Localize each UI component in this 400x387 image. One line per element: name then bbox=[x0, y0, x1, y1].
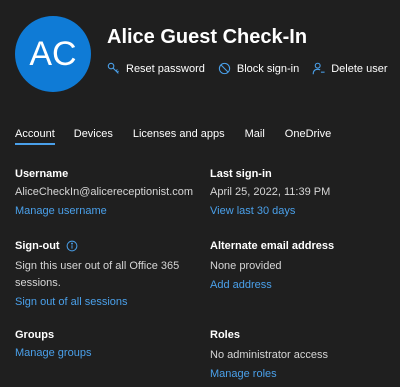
tab-account[interactable]: Account bbox=[15, 128, 55, 145]
tab-licenses-and-apps[interactable]: Licenses and apps bbox=[133, 128, 225, 145]
last-signin-value: April 25, 2022, 11:39 PM bbox=[210, 186, 331, 198]
tab-bar: Account Devices Licenses and apps Mail O… bbox=[15, 128, 351, 145]
manage-roles-link[interactable]: Manage roles bbox=[210, 368, 277, 380]
block-signin-label: Block sign-in bbox=[236, 62, 300, 75]
username-heading: Username bbox=[15, 168, 69, 180]
alt-email-value: None provided bbox=[210, 260, 282, 272]
roles-heading: Roles bbox=[210, 329, 240, 341]
groups-heading: Groups bbox=[15, 329, 55, 341]
reset-password-button[interactable]: Reset password bbox=[107, 62, 205, 75]
reset-password-label: Reset password bbox=[126, 62, 205, 75]
delete-user-button[interactable]: Delete user bbox=[312, 62, 388, 75]
add-address-link[interactable]: Add address bbox=[210, 279, 272, 291]
alt-email-section: Alternate email address None provided Ad… bbox=[210, 240, 395, 293]
manage-username-link[interactable]: Manage username bbox=[15, 205, 107, 217]
sign-out-all-sessions-link[interactable]: Sign out of all sessions bbox=[15, 296, 128, 308]
block-icon bbox=[218, 62, 231, 75]
tab-onedrive[interactable]: OneDrive bbox=[285, 128, 331, 145]
avatar: AC bbox=[15, 16, 91, 92]
manage-groups-link[interactable]: Manage groups bbox=[15, 347, 91, 359]
info-icon[interactable] bbox=[66, 240, 78, 252]
avatar-initials: AC bbox=[29, 34, 77, 73]
view-last-30-days-link[interactable]: View last 30 days bbox=[210, 205, 295, 217]
username-value: AliceCheckIn@alicereceptionist.com bbox=[15, 186, 194, 198]
signout-heading-row: Sign-out bbox=[15, 240, 195, 252]
roles-value: No administrator access bbox=[210, 349, 328, 361]
tab-devices[interactable]: Devices bbox=[74, 128, 113, 145]
groups-section: Groups Manage groups bbox=[15, 329, 195, 361]
block-signin-button[interactable]: Block sign-in bbox=[218, 62, 299, 75]
page-title: Alice Guest Check-In bbox=[107, 26, 308, 48]
signout-heading: Sign-out bbox=[15, 240, 60, 252]
delete-user-label: Delete user bbox=[331, 62, 388, 75]
username-section: Username AliceCheckIn@alicereceptionist.… bbox=[15, 168, 205, 219]
alt-email-heading: Alternate email address bbox=[210, 240, 335, 252]
last-signin-heading: Last sign-in bbox=[210, 168, 272, 180]
roles-section: Roles No administrator access Manage rol… bbox=[210, 329, 390, 382]
key-icon bbox=[107, 62, 120, 75]
tab-mail[interactable]: Mail bbox=[245, 128, 265, 145]
signout-section: Sign-out Sign this user out of all Offic… bbox=[15, 240, 195, 310]
signout-description: Sign this user out of all Office 365 ses… bbox=[15, 260, 180, 289]
last-signin-section: Last sign-in April 25, 2022, 11:39 PM Vi… bbox=[210, 168, 390, 219]
action-bar: Reset password Block sign-in Delete user bbox=[107, 62, 388, 75]
person-delete-icon bbox=[312, 62, 325, 75]
